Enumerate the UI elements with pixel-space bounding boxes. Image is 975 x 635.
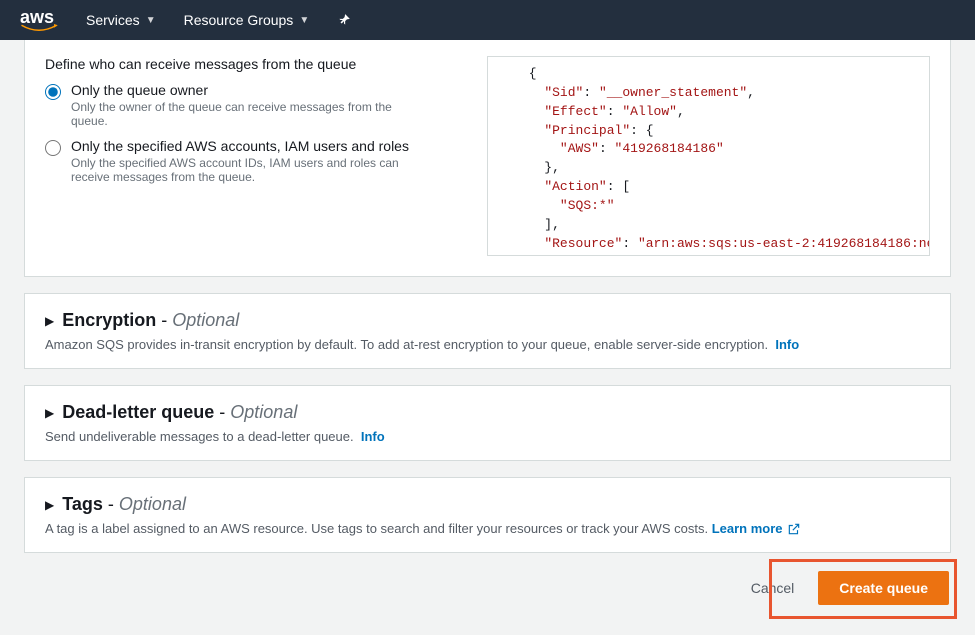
radio-owner-label: Only the queue owner	[71, 82, 431, 98]
encryption-info-link[interactable]: Info	[775, 337, 799, 352]
footer-actions: Cancel Create queue	[24, 571, 951, 605]
dlq-section: ▶ Dead-letter queue - Optional Send unde…	[24, 385, 951, 461]
radio-owner-only[interactable]: Only the queue owner Only the owner of t…	[45, 82, 467, 128]
optional-label: Optional	[119, 494, 186, 514]
dlq-toggle[interactable]: ▶ Dead-letter queue - Optional	[45, 402, 930, 423]
nav-resource-groups[interactable]: Resource Groups ▼	[184, 12, 310, 28]
dlq-desc: Send undeliverable messages to a dead-le…	[45, 429, 930, 444]
caret-right-icon: ▶	[45, 498, 54, 512]
policy-json-preview[interactable]: { "Sid": "__owner_statement", "Effect": …	[487, 56, 931, 256]
encryption-title: Encryption	[62, 310, 156, 330]
radio-specified-label: Only the specified AWS accounts, IAM use…	[71, 138, 431, 154]
tags-section: ▶ Tags - Optional A tag is a label assig…	[24, 477, 951, 553]
create-queue-button[interactable]: Create queue	[818, 571, 949, 605]
radio-specified-input[interactable]	[45, 140, 61, 156]
chevron-down-icon: ▼	[299, 15, 309, 26]
radio-specified-accounts[interactable]: Only the specified AWS accounts, IAM use…	[45, 138, 467, 184]
encryption-desc: Amazon SQS provides in-transit encryptio…	[45, 337, 930, 352]
radio-specified-desc: Only the specified AWS account IDs, IAM …	[71, 156, 431, 184]
nav-groups-label: Resource Groups	[184, 12, 294, 28]
optional-label: Optional	[172, 310, 239, 330]
nav-services-label: Services	[86, 12, 140, 28]
access-policy-panel: Define who can receive messages from the…	[24, 40, 951, 277]
access-prompt: Define who can receive messages from the…	[45, 56, 467, 72]
aws-logo[interactable]: aws	[20, 7, 58, 34]
optional-label: Optional	[230, 402, 297, 422]
dlq-title: Dead-letter queue	[62, 402, 214, 422]
caret-right-icon: ▶	[45, 406, 54, 420]
tags-toggle[interactable]: ▶ Tags - Optional	[45, 494, 930, 515]
tags-desc: A tag is a label assigned to an AWS reso…	[45, 521, 930, 536]
radio-owner-desc: Only the owner of the queue can receive …	[71, 100, 431, 128]
encryption-toggle[interactable]: ▶ Encryption - Optional	[45, 310, 930, 331]
learn-more-link[interactable]: Learn more	[712, 521, 801, 536]
nav-services[interactable]: Services ▼	[86, 12, 156, 28]
dlq-info-link[interactable]: Info	[361, 429, 385, 444]
chevron-down-icon: ▼	[146, 15, 156, 26]
pin-icon[interactable]	[337, 13, 351, 27]
cancel-button[interactable]: Cancel	[739, 571, 807, 605]
tags-title: Tags	[62, 494, 103, 514]
caret-right-icon: ▶	[45, 314, 54, 328]
external-link-icon	[787, 522, 801, 536]
aws-logo-text: aws	[20, 7, 54, 27]
encryption-section: ▶ Encryption - Optional Amazon SQS provi…	[24, 293, 951, 369]
top-nav: aws Services ▼ Resource Groups ▼	[0, 0, 975, 40]
radio-owner-input[interactable]	[45, 84, 61, 100]
